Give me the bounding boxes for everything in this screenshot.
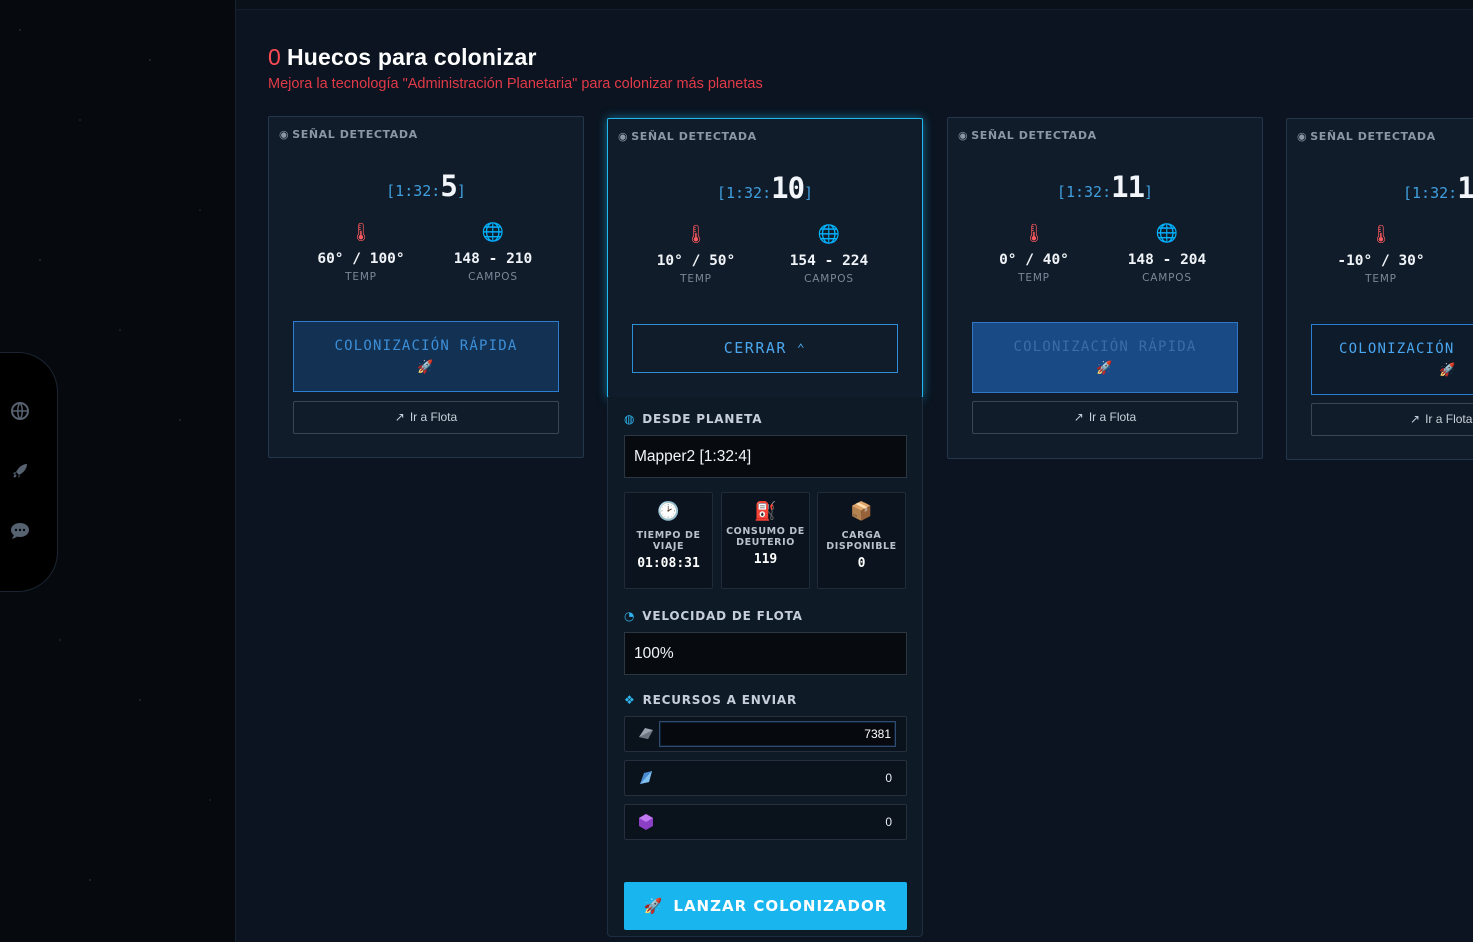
chat-icon[interactable] [9,521,31,543]
coords: [1:32:5] [386,169,466,203]
from-planet-select[interactable]: Mapper2 [1:32:4] [624,435,907,478]
quick-colonize-button[interactable]: COLONIZACIÓN RÁPIDA 🚀 [972,322,1238,393]
deuterium-input[interactable]: 0 [885,805,892,839]
coords: [1:32:11] [1056,170,1154,204]
launch-colonizer-button[interactable]: 🚀 LANZAR COLONIZADOR [624,882,907,930]
crystal-row: 0 [624,760,907,796]
page-title: 0 Huecos para colonizar [268,44,537,71]
slots-count: 0 [268,44,281,70]
clock-icon: 🕑 [657,501,680,522]
pin-icon: ◉ [958,129,969,142]
signal-label: ◉ SEÑAL DETECTADA [958,129,1097,142]
coords: [1:32:10] [716,171,814,205]
chevron-up-icon: ⌃ [796,342,807,357]
fields-stat: 🌐 148 - 204 CAMPOS [1107,222,1227,284]
side-nav [0,352,58,592]
temp-stat: 🌡 60° / 100° TEMP [301,221,421,283]
crystal-icon [637,769,657,787]
temp-stat: 🌡 10° / 50° TEMP [636,223,756,285]
temp-stat: 🌡 -10° / 30° TEMP [1321,223,1441,285]
pin-icon: ◉ [279,128,290,141]
external-link-icon: ↗ [1410,412,1421,426]
fields-stat: 🌐 148 - 210 CAMPOS [433,221,553,283]
pin-icon: ◉ [618,130,629,143]
thermometer-icon: 🌡 [684,224,708,245]
metal-icon [637,725,657,743]
box-icon: 📦 [850,501,873,522]
colonize-panel: ◍ DESDE PLANETA Mapper2 [1:32:4] 🕑 TIEMPO… [607,397,923,937]
starfield-background [0,0,236,942]
rocket-icon: 🚀 [1439,363,1457,378]
top-bar [236,0,1473,10]
close-button[interactable]: CERRAR ⌃ [632,324,898,373]
globe-icon: 🌐 [481,222,505,243]
slot-card-5: ◉ SEÑAL DETECTADA [1:32:5] 🌡 60° / 100° T… [268,116,584,458]
external-link-icon: ↗ [394,410,405,424]
go-to-fleet-button[interactable]: ↗ Ir a Flota [972,401,1238,434]
thermometer-icon: 🌡 [1369,224,1393,245]
globe-nav-icon[interactable] [9,401,31,423]
resources-label: ❖ RECURSOS A ENVIAR [624,693,798,707]
speed-icon: ◔ [624,609,636,623]
from-planet-label: ◍ DESDE PLANETA [624,412,763,426]
rocket-icon: 🚀 [643,897,664,915]
temp-stat: 🌡 0° / 40° TEMP [974,222,1094,284]
quick-colonize-button[interactable]: COLONIZACIÓN RÁPIDA 🚀 [293,321,559,392]
fleet-speed-select[interactable]: 100% [624,632,907,675]
globe-icon: 🌐 [817,224,841,245]
rocket-icon: 🚀 [417,360,435,375]
fields-stat: 🌐 154 - 224 CAMPOS [769,223,889,285]
go-to-fleet-button[interactable]: ↗ Ir a Flota [293,401,559,434]
thermometer-icon: 🌡 [1022,223,1046,244]
upgrade-hint: Mejora la tecnología "Administración Pla… [268,76,763,92]
signal-label: ◉ SEÑAL DETECTADA [1297,130,1436,143]
main-content: 0 Huecos para colonizar Mejora la tecnolo… [236,10,1473,942]
signal-label: ◉ SEÑAL DETECTADA [279,128,418,141]
slot-card-10: ◉ SEÑAL DETECTADA [1:32:10] 🌡 10° / 50° T… [607,118,923,398]
thermometer-icon: 🌡 [349,222,373,243]
deuterium-row: 0 [624,804,907,840]
page-title-text: Huecos para colonizar [287,44,537,70]
pin-icon: ◉ [1297,130,1308,143]
cubes-icon: ❖ [624,693,636,707]
external-link-icon: ↗ [1073,410,1084,424]
slot-card-12: ◉SEÑAL DETECTADA [1:32:12 🌡 -10° / 30° T… [1286,118,1473,460]
quick-colonize-button[interactable]: COLONIZACIÓN 🚀 [1311,324,1473,395]
fuel-icon: ⛽ [754,501,777,522]
deuterium-icon [637,813,657,831]
globe-icon: 🌐 [1155,223,1179,244]
signal-label: ◉ SEÑAL DETECTADA [618,130,757,143]
coords: [1:32:12 [1403,171,1473,205]
rocket-nav-icon[interactable] [9,461,31,483]
deuterium-cost-box: ⛽ CONSUMO DE DEUTERIO 119 [721,492,810,589]
metal-row: 7381 [624,716,907,752]
globe-icon: ◍ [624,412,636,426]
cargo-box: 📦 CARGA DISPONIBLE 0 [817,492,906,589]
fleet-speed-label: ◔ VELOCIDAD DE FLOTA [624,609,803,623]
slot-card-11: ◉ SEÑAL DETECTADA [1:32:11] 🌡 0° / 40° TE… [947,117,1263,459]
go-to-fleet-button[interactable]: ↗ Ir a Flota [1311,403,1473,436]
travel-time-box: 🕑 TIEMPO DE VIAJE 01:08:31 [624,492,713,589]
metal-input[interactable]: 7381 [659,721,896,747]
crystal-input[interactable]: 0 [885,761,892,795]
rocket-icon: 🚀 [1096,361,1114,376]
